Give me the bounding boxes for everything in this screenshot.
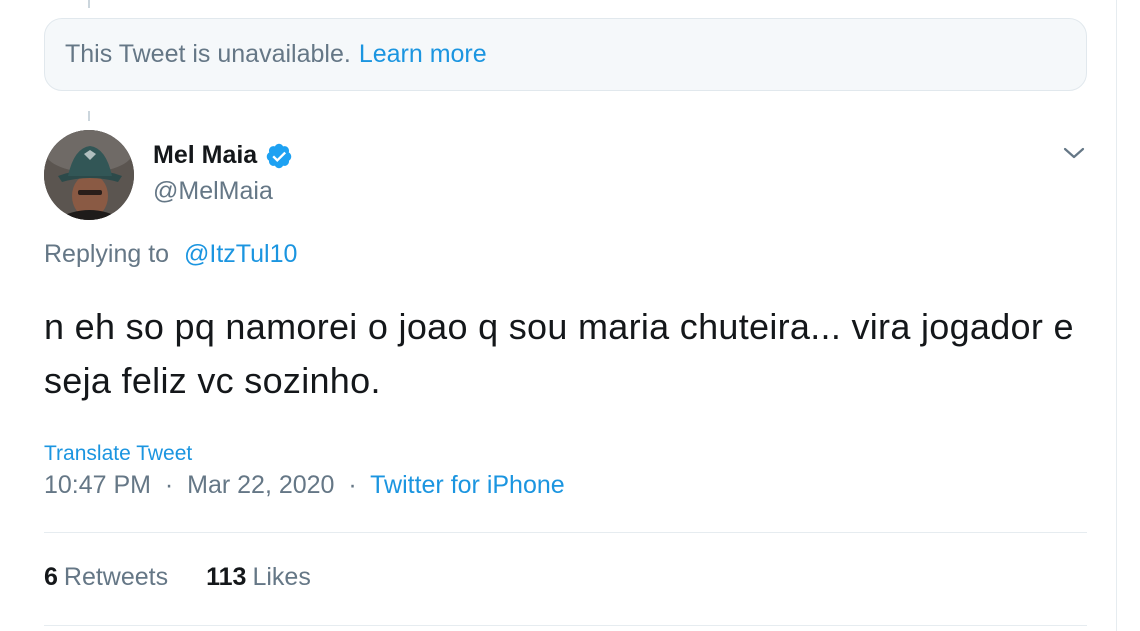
translate-tweet-link[interactable]: Translate Tweet [44,442,192,466]
tweet-time[interactable]: 10:47 PM [44,471,151,499]
likes-stat[interactable]: 113 Likes [206,563,311,592]
author-handle[interactable]: @MelMaia [153,177,273,206]
column-border [1116,0,1117,631]
thread-connector-top [88,0,90,8]
thread-connector [88,111,90,121]
unavailable-message: This Tweet is unavailable. [65,40,351,68]
author-name: Mel Maia [153,141,258,169]
replying-to-prefix: Replying to [44,240,170,268]
replying-to-mention[interactable]: @ItzTul10 [184,240,297,268]
avatar-image [44,130,134,220]
tweet-detail-view: This Tweet is unavailable. Learn more Me… [0,0,1140,631]
retweets-stat[interactable]: 6 Retweets [44,563,168,592]
learn-more-link[interactable]: Learn more [359,40,487,69]
chevron-down-icon[interactable] [1061,142,1087,164]
likes-count: 113 [206,563,247,591]
tweet-metadata: 10:47 PM · Mar 22, 2020 · Twitter for iP… [44,471,565,500]
likes-label: Likes [252,563,311,591]
verified-badge-icon [266,143,292,168]
tweet-stats: 6 Retweets 113 Likes [44,563,349,592]
avatar[interactable] [44,130,134,220]
meta-separator: · [157,471,181,499]
meta-separator: · [341,471,364,499]
retweets-label: Retweets [63,563,169,591]
tweet-date[interactable]: Mar 22, 2020 [187,471,334,499]
tweet-text: n eh so pq namorei o joao q sou maria ch… [44,306,1074,401]
author-display-name[interactable]: Mel Maia [153,141,293,170]
replying-to: Replying to @ItzTul10 [44,240,297,269]
divider [44,532,1087,533]
unavailable-tweet-notice: This Tweet is unavailable. Learn more [44,18,1087,91]
divider [44,625,1087,626]
tweet-source[interactable]: Twitter for iPhone [370,471,565,499]
retweets-count: 6 [44,563,58,591]
